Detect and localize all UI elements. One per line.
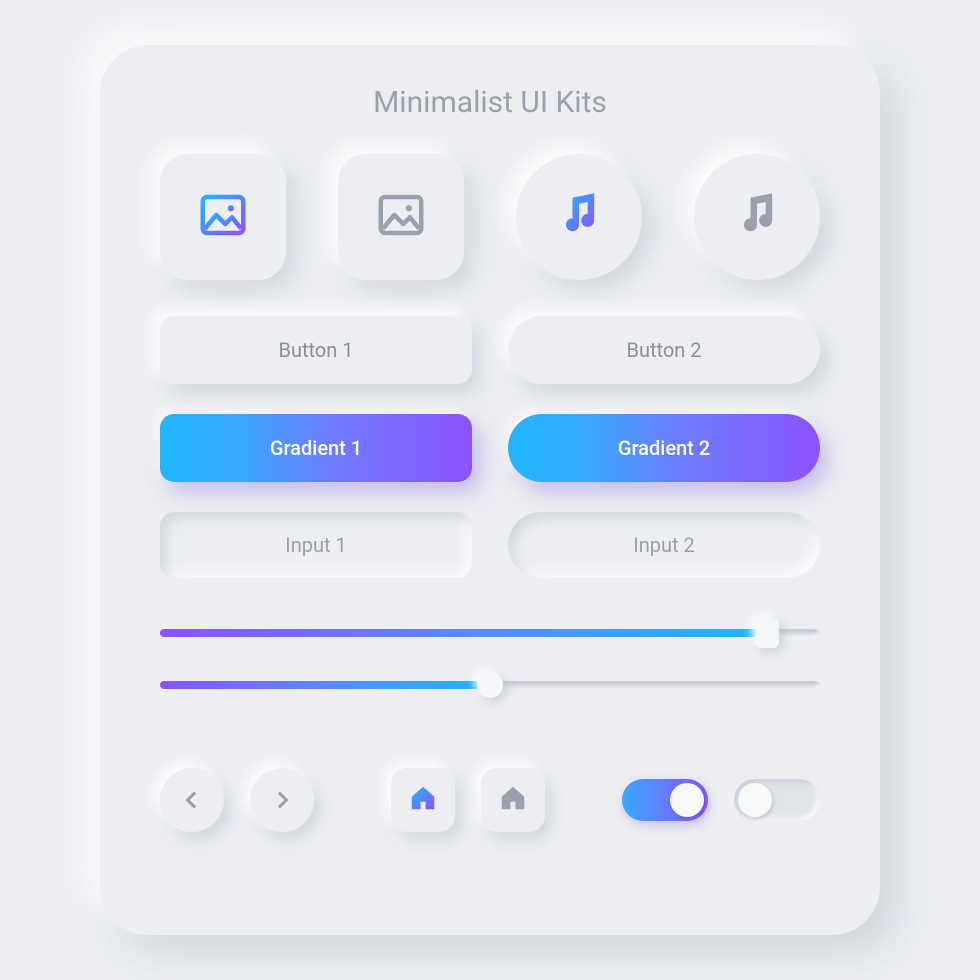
slider-thumb[interactable] xyxy=(477,672,503,698)
input-placeholder: Input 1 xyxy=(285,533,346,557)
button-label: Button 2 xyxy=(626,338,701,362)
gradient-button-row: Gradient 1 Gradient 2 xyxy=(160,414,820,482)
chevron-right-icon xyxy=(272,792,289,809)
home-button-grey[interactable] xyxy=(481,768,545,832)
plain-button-row: Button 1 Button 2 xyxy=(160,316,820,384)
input-row: Input 1 Input 2 xyxy=(160,512,820,578)
image-icon xyxy=(196,188,250,246)
music-note-icon xyxy=(553,189,605,245)
slider-thumb[interactable] xyxy=(755,618,779,648)
image-tile-grey[interactable] xyxy=(338,154,464,280)
control-row xyxy=(160,768,820,832)
page-title: Minimalist UI Kits xyxy=(160,85,820,120)
button-label: Gradient 2 xyxy=(618,436,710,460)
music-note-icon xyxy=(731,189,783,245)
toggle-knob xyxy=(738,783,772,817)
button-label: Gradient 1 xyxy=(270,436,362,460)
home-icon xyxy=(408,783,438,817)
gradient-button-1[interactable]: Gradient 1 xyxy=(160,414,472,482)
slider-2[interactable] xyxy=(160,670,820,700)
prev-button[interactable] xyxy=(160,768,224,832)
music-tile-gradient[interactable] xyxy=(516,154,642,280)
icon-tile-row xyxy=(160,154,820,280)
input-1[interactable]: Input 1 xyxy=(160,512,472,578)
input-placeholder: Input 2 xyxy=(633,533,694,557)
ui-kit-canvas: Minimalist UI Kits xyxy=(100,45,880,935)
home-icon xyxy=(498,783,528,817)
chevron-left-icon xyxy=(186,792,203,809)
toggle-knob xyxy=(670,783,704,817)
home-button-gradient[interactable] xyxy=(391,768,455,832)
slider-fill xyxy=(160,629,767,637)
toggle-on[interactable] xyxy=(622,779,708,821)
image-icon xyxy=(374,188,428,246)
gradient-button-2[interactable]: Gradient 2 xyxy=(508,414,820,482)
slider-group xyxy=(160,618,820,722)
image-tile-gradient[interactable] xyxy=(160,154,286,280)
slider-fill xyxy=(160,681,490,689)
button-label: Button 1 xyxy=(278,338,353,362)
music-tile-grey[interactable] xyxy=(694,154,820,280)
next-button[interactable] xyxy=(250,768,314,832)
input-2[interactable]: Input 2 xyxy=(508,512,820,578)
toggle-off[interactable] xyxy=(734,779,820,821)
button-1[interactable]: Button 1 xyxy=(160,316,472,384)
button-2[interactable]: Button 2 xyxy=(508,316,820,384)
slider-1[interactable] xyxy=(160,618,820,648)
